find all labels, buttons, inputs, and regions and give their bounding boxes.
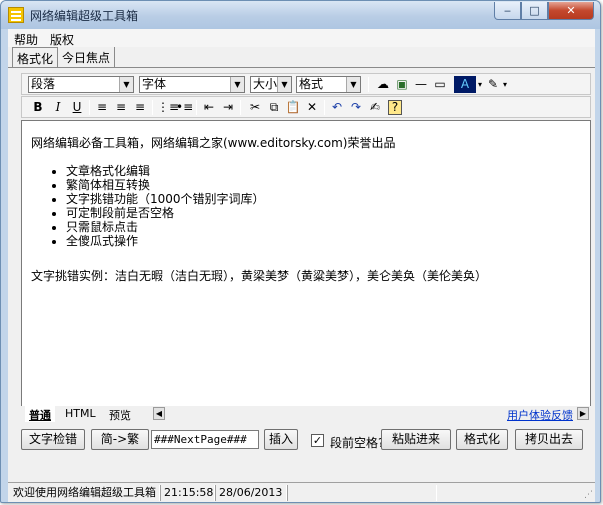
list-item: 全傻瓜式操作 <box>66 234 265 248</box>
cut-icon[interactable]: ✂ <box>247 99 263 116</box>
list-item: 文章格式化编辑 <box>66 164 265 178</box>
bold-button[interactable]: B <box>30 99 46 116</box>
nextpage-input[interactable]: ###NextPage### <box>151 430 259 449</box>
mode-tab-normal[interactable]: 普通 <box>25 406 55 422</box>
status-message: 欢迎使用网络编辑超级工具箱 <box>10 485 160 501</box>
chevron-down-icon: ▼ <box>119 77 133 92</box>
spellcheck-icon[interactable]: ☁ <box>375 76 391 93</box>
scroll-right-icon[interactable]: ▶ <box>577 407 589 420</box>
status-bar: 欢迎使用网络编辑超级工具箱 21:15:58 28/06/2013 ⋰ <box>8 482 595 502</box>
indent-checkbox[interactable]: ✓ <box>311 434 324 447</box>
status-time: 21:15:58 <box>160 485 215 501</box>
status-date: 28/06/2013 <box>215 485 287 501</box>
minimize-button[interactable]: ‒ <box>494 2 521 20</box>
mode-tab-preview[interactable]: 预览 <box>105 406 135 422</box>
copy-out-button[interactable]: 拷贝出去 <box>515 429 583 450</box>
highlight-pen-icon[interactable]: ✎ <box>485 76 501 93</box>
app-window: 网络编辑超级工具箱 ‒ □ ✕ 帮助 版权 格式化 今日焦点 段落 ▼ 字体 ▼ <box>0 0 601 503</box>
paste-in-button[interactable]: 粘贴进来 <box>381 429 451 450</box>
editor-intro-text: 网络编辑必备工具箱，网络编辑之家(www.editorsky.com)荣誉出品 <box>31 136 396 150</box>
chevron-down-icon[interactable]: ▾ <box>476 76 484 93</box>
numbered-list-icon[interactable]: ⋮≡ <box>157 99 179 116</box>
font-select[interactable]: 字体 ▼ <box>139 76 245 93</box>
redo-icon[interactable]: ↷ <box>348 99 364 116</box>
client-area: 帮助 版权 格式化 今日焦点 段落 ▼ 字体 ▼ 大小 ▼ 格式 ▼ ☁ ▣ —… <box>8 29 595 502</box>
feedback-link[interactable]: 用户体验反馈 <box>507 407 573 423</box>
menu-bar: 帮助 版权 <box>8 29 595 47</box>
close-button[interactable]: ✕ <box>548 2 594 20</box>
menu-copyright[interactable]: 版权 <box>50 31 74 48</box>
undo-icon[interactable]: ↶ <box>329 99 345 116</box>
paste-icon[interactable]: 📋 <box>285 99 301 116</box>
help-icon[interactable]: ? <box>388 100 402 115</box>
window-title: 网络编辑超级工具箱 <box>30 9 139 23</box>
edit-toolbar: B I U ≡ ≡ ≡ ⋮≡ •≡ ⇤ ⇥ ✂ ⧉ 📋 ✕ ↶ ↷ ✍ ? <box>21 96 591 118</box>
maximize-button[interactable]: □ <box>521 2 548 20</box>
list-item: 只需鼠标点击 <box>66 220 265 234</box>
paragraph-select[interactable]: 段落 ▼ <box>28 76 134 93</box>
list-item: 文字挑错功能（1000个错别字词库） <box>66 192 265 206</box>
copy-icon[interactable]: ⧉ <box>266 99 282 116</box>
format-button[interactable]: 格式化 <box>456 429 508 450</box>
feature-list: 文章格式化编辑 繁简体相互转换 文字挑错功能（1000个错别字词库） 可定制段前… <box>31 164 265 248</box>
mode-tab-html[interactable]: HTML <box>61 406 100 422</box>
list-item: 繁简体相互转换 <box>66 178 265 192</box>
editor-area[interactable]: 网络编辑必备工具箱，网络编辑之家(www.editorsky.com)荣誉出品 … <box>21 120 591 418</box>
delete-icon[interactable]: ✕ <box>304 99 320 116</box>
tab-strip: 格式化 今日焦点 <box>8 47 595 68</box>
horizontal-rule-icon[interactable]: — <box>413 76 429 93</box>
format-select[interactable]: 格式 ▼ <box>296 76 361 93</box>
edit-note-icon[interactable]: ✍ <box>367 99 383 116</box>
scroll-left-icon[interactable]: ◀ <box>153 407 165 420</box>
align-left-icon[interactable]: ≡ <box>94 99 110 116</box>
spellcheck-button[interactable]: 文字检错 <box>21 429 85 450</box>
insert-table-icon[interactable]: ▭ <box>432 76 448 93</box>
italic-button[interactable]: I <box>50 99 66 116</box>
font-color-icon[interactable]: A <box>454 76 476 93</box>
mode-tab-bar: 普通 HTML 预览 ◀ 用户体验反馈 ▶ <box>21 406 591 422</box>
tab-format[interactable]: 格式化 <box>12 47 59 68</box>
chevron-down-icon: ▼ <box>230 77 244 92</box>
title-bar[interactable]: 网络编辑超级工具箱 ‒ □ ✕ <box>1 1 600 29</box>
underline-button[interactable]: U <box>69 99 85 116</box>
align-right-icon[interactable]: ≡ <box>132 99 148 116</box>
convert-traditional-button[interactable]: 简->繁 <box>91 429 149 450</box>
tab-today-focus[interactable]: 今日焦点 <box>58 47 116 68</box>
list-item: 可定制段前是否空格 <box>66 206 265 220</box>
indent-icon[interactable]: ⇥ <box>220 99 236 116</box>
insert-button[interactable]: 插入 <box>264 429 298 450</box>
align-center-icon[interactable]: ≡ <box>113 99 129 116</box>
app-icon <box>8 7 24 23</box>
insert-image-icon[interactable]: ▣ <box>394 76 410 93</box>
chevron-down-icon: ▼ <box>277 77 291 92</box>
format-toolbar: 段落 ▼ 字体 ▼ 大小 ▼ 格式 ▼ ☁ ▣ — ▭ A ▾ ✎ ▾ <box>21 73 591 95</box>
outdent-icon[interactable]: ⇤ <box>201 99 217 116</box>
editor-example-text: 文字挑错实例：洁白无暇（洁白无瑕），黄梁美梦（黄粱美梦），美仑美奂（美伦美奂） <box>31 269 488 283</box>
indent-checkbox-label: 段前空格? <box>330 436 385 450</box>
size-select[interactable]: 大小 ▼ <box>250 76 292 93</box>
chevron-down-icon[interactable]: ▾ <box>501 76 509 93</box>
resize-grip-icon[interactable]: ⋰ <box>584 490 593 500</box>
bullet-list-icon[interactable]: •≡ <box>176 99 193 116</box>
chevron-down-icon: ▼ <box>346 77 360 92</box>
menu-help[interactable]: 帮助 <box>14 31 38 48</box>
